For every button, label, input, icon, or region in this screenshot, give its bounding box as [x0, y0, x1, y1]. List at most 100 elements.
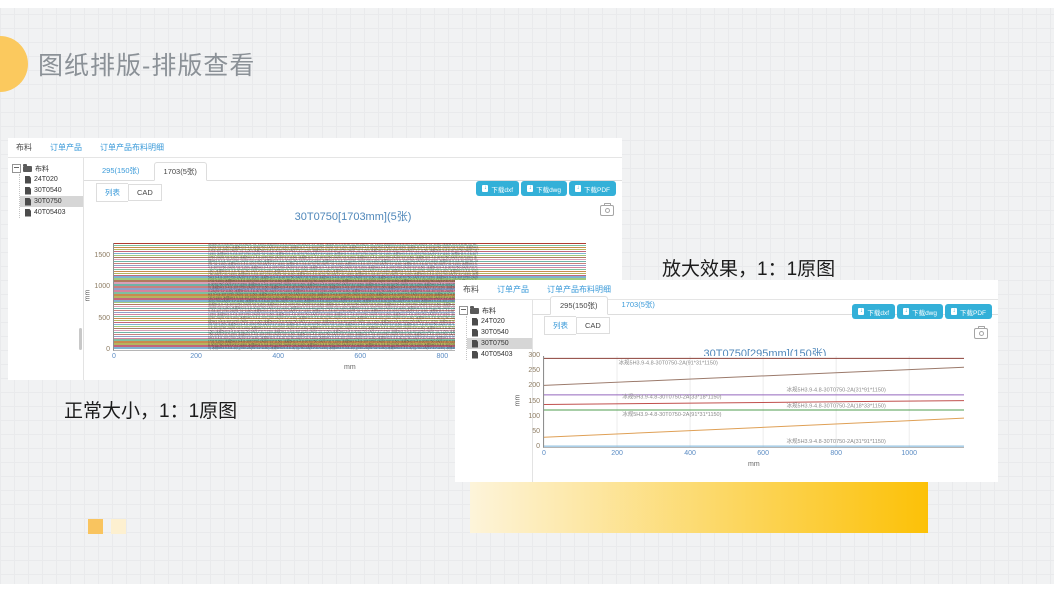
line-chart-svg: 冰规5H3.9-4.8-30T0750-2A(91*31*1150) 冰规5H3.… [544, 356, 964, 447]
layout-chart-zoomed[interactable]: 冰规5H3.9-4.8-30T0750-2A(91*31*1150) 冰规5H3.… [543, 356, 964, 448]
size-tabs: 295(150张) 1703(5张) [84, 160, 622, 181]
tree-root-label: 布料 [482, 306, 496, 316]
y-tick-label: 0 [86, 346, 110, 353]
slide-margin-top [0, 0, 1054, 8]
view-tabs: 列表 CAD [532, 317, 998, 333]
window-screenshot-zoomed: 布料 订单产品 订单产品布料明细 布料 24T020 30T0540 30T07… [455, 280, 998, 482]
file-icon [472, 318, 478, 326]
nav-tabs: 布料 订单产品 订单产品布料明细 [8, 138, 622, 158]
x-tick-label: 0 [106, 353, 122, 360]
download-icon [903, 308, 909, 315]
size-tab-295-active[interactable]: 295(150张) [550, 296, 608, 315]
view-tab-list[interactable]: 列表 [544, 316, 576, 335]
tree-item-selected[interactable]: 30T0750 [20, 196, 83, 207]
accent-gradient-bar [470, 481, 928, 533]
overlapping-part-labels: 冰规5H3.9-4.8-30T0750-2A(91*31*1150) 冰规5H3… [208, 243, 479, 350]
download-dwg-button[interactable]: 下载dwg [897, 304, 943, 319]
nav-tab-order-product-fabric-detail[interactable]: 订单产品布料明细 [547, 284, 611, 295]
y-axis-label: mm [84, 289, 91, 301]
download-buttons: 下载dxf 下载dwg 下载PDF [476, 181, 616, 196]
fabric-tree: 布料 24T020 30T0540 30T0750 40T05403 [8, 158, 84, 380]
x-tick-label: 800 [828, 450, 844, 457]
accent-square-light [111, 519, 126, 534]
y-tick-label: 1500 [86, 252, 110, 259]
tree-scrollbar[interactable] [79, 328, 82, 350]
page-title: 图纸排版-排版查看 [38, 46, 255, 82]
caption-zoomed: 放大效果，1：1原图 [662, 254, 835, 281]
file-icon [25, 176, 31, 184]
nav-tabs: 布料 订单产品 订单产品布料明细 [455, 280, 998, 300]
y-tick-label: 50 [516, 428, 540, 435]
snapshot-camera-icon[interactable] [600, 205, 614, 216]
snapshot-camera-icon[interactable] [974, 328, 988, 339]
x-axis-label: mm [344, 364, 356, 371]
nav-tab-order-product[interactable]: 订单产品 [50, 142, 82, 153]
nav-tab-order-product-fabric-detail[interactable]: 订单产品布料明细 [100, 142, 164, 153]
folder-icon [23, 166, 32, 172]
x-tick-label: 800 [434, 353, 450, 360]
download-icon [951, 308, 957, 315]
chart-title: 30T0750[1703mm](5张) [84, 208, 622, 224]
slide: 图纸排版-排版查看 正常大小，1：1原图 放大效果，1：1原图 布料 订单产品 … [0, 0, 1054, 592]
window-main: 295(150张) 1703(5张) 列表 CAD 下载dxf 下载dwg 下载… [532, 298, 998, 482]
tree-item[interactable]: 24T020 [20, 174, 83, 185]
file-icon [25, 198, 31, 206]
tree-item[interactable]: 40T05403 [20, 207, 83, 218]
nav-tab-fabric[interactable]: 布料 [463, 284, 479, 295]
size-tab-295[interactable]: 295(150张) [102, 165, 140, 180]
folder-icon [470, 308, 479, 314]
accent-square-dark [88, 519, 103, 534]
download-dwg-button[interactable]: 下载dwg [521, 181, 567, 196]
download-icon [482, 185, 488, 192]
y-tick-label: 200 [516, 382, 540, 389]
tree-item-selected[interactable]: 30T0750 [467, 338, 532, 349]
collapse-icon[interactable] [459, 306, 468, 315]
svg-text:冰规5H3.9-4.8-30T0750-2A(31*91*1: 冰规5H3.9-4.8-30T0750-2A(31*91*1150) [787, 385, 886, 393]
tree-item[interactable]: 30T0540 [467, 327, 532, 338]
download-dxf-button[interactable]: 下载dxf [852, 304, 895, 319]
download-icon [527, 185, 533, 192]
tree-root-label: 布料 [35, 164, 49, 174]
file-icon [472, 340, 478, 348]
view-tab-list[interactable]: 列表 [96, 183, 128, 202]
x-tick-label: 600 [352, 353, 368, 360]
y-axis-label: mm [514, 394, 521, 406]
y-tick-label: 500 [86, 315, 110, 322]
svg-text:冰规5H3.9-4.8-30T0750-2A(18*33*1: 冰规5H3.9-4.8-30T0750-2A(18*33*1150) [787, 402, 886, 410]
tree-root[interactable]: 布料 [455, 305, 532, 316]
svg-text:冰规5H3.9-4.8-30T0750-2A(91*31*1: 冰规5H3.9-4.8-30T0750-2A(91*31*1150) [622, 410, 721, 418]
view-tab-cad[interactable]: CAD [576, 317, 610, 334]
nav-tab-order-product[interactable]: 订单产品 [497, 284, 529, 295]
x-tick-label: 200 [609, 450, 625, 457]
size-tab-1703-active[interactable]: 1703(5张) [154, 162, 207, 181]
svg-text:冰规5H3.9-4.8-30T0750-2A(31*91*1: 冰规5H3.9-4.8-30T0750-2A(31*91*1150) [787, 437, 886, 445]
file-icon [472, 329, 478, 337]
y-tick-label: 0 [516, 443, 540, 450]
download-buttons: 下载dxf 下载dwg 下载PDF [852, 304, 992, 319]
svg-text:冰规5H3.9-4.8-30T0750-2A(91*31*1: 冰规5H3.9-4.8-30T0750-2A(91*31*1150) [619, 358, 718, 366]
download-icon [858, 308, 864, 315]
tree-root[interactable]: 布料 [8, 163, 83, 174]
file-icon [472, 351, 478, 359]
download-icon [575, 185, 581, 192]
slide-margin-bottom [0, 584, 1054, 592]
y-tick-label: 250 [516, 367, 540, 374]
nav-tab-fabric[interactable]: 布料 [16, 142, 32, 153]
accent-circle [0, 36, 28, 92]
x-tick-label: 1000 [901, 450, 917, 457]
file-icon [25, 187, 31, 195]
x-tick-label: 200 [188, 353, 204, 360]
tree-item[interactable]: 30T0540 [20, 185, 83, 196]
y-tick-label: 100 [516, 413, 540, 420]
collapse-icon[interactable] [12, 164, 21, 173]
download-pdf-button[interactable]: 下载PDF [945, 304, 992, 319]
x-tick-label: 600 [755, 450, 771, 457]
size-tab-1703[interactable]: 1703(5张) [622, 299, 655, 314]
view-tab-cad[interactable]: CAD [128, 184, 162, 201]
tree-item[interactable]: 24T020 [467, 316, 532, 327]
download-dxf-button[interactable]: 下载dxf [476, 181, 519, 196]
x-tick-label: 400 [682, 450, 698, 457]
file-icon [25, 209, 31, 217]
fabric-tree: 布料 24T020 30T0540 30T0750 40T05403 [455, 300, 533, 482]
download-pdf-button[interactable]: 下载PDF [569, 181, 616, 196]
